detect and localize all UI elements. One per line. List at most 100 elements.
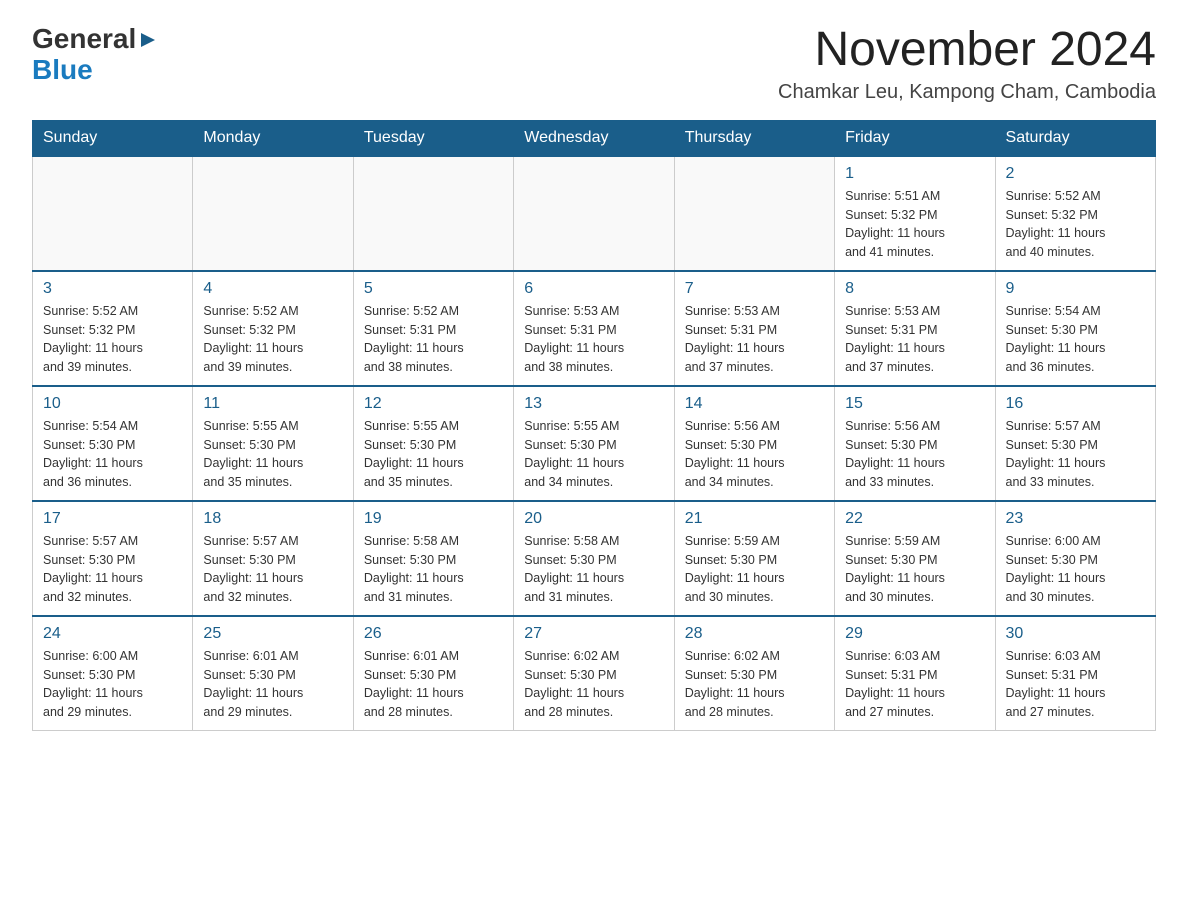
col-header-monday: Monday xyxy=(193,120,353,156)
calendar-day xyxy=(33,156,193,271)
day-number: 14 xyxy=(685,395,824,413)
title-block: November 2024 Chamkar Leu, Kampong Cham,… xyxy=(778,24,1156,104)
calendar-week-1: 1 Sunrise: 5:51 AMSunset: 5:32 PMDaylight… xyxy=(33,156,1156,271)
calendar-day: 4 Sunrise: 5:52 AMSunset: 5:32 PMDaylight… xyxy=(193,271,353,386)
col-header-sunday: Sunday xyxy=(33,120,193,156)
calendar-day: 29 Sunrise: 6:03 AMSunset: 5:31 PMDayligh… xyxy=(835,616,995,731)
calendar-day: 27 Sunrise: 6:02 AMSunset: 5:30 PMDayligh… xyxy=(514,616,674,731)
day-info: Sunrise: 5:53 AMSunset: 5:31 PMDaylight:… xyxy=(524,302,663,377)
day-number: 9 xyxy=(1006,280,1145,298)
day-number: 20 xyxy=(524,510,663,528)
col-header-friday: Friday xyxy=(835,120,995,156)
day-info: Sunrise: 5:52 AMSunset: 5:32 PMDaylight:… xyxy=(203,302,342,377)
calendar-table: Sunday Monday Tuesday Wednesday Thursday… xyxy=(32,120,1156,731)
logo-general-text: General xyxy=(32,24,136,55)
calendar-day: 25 Sunrise: 6:01 AMSunset: 5:30 PMDayligh… xyxy=(193,616,353,731)
calendar-day: 19Sunrise: 5:58 AMSunset: 5:30 PMDayligh… xyxy=(353,501,513,616)
calendar-header-row: Sunday Monday Tuesday Wednesday Thursday… xyxy=(33,120,1156,156)
calendar-day: 23Sunrise: 6:00 AMSunset: 5:30 PMDayligh… xyxy=(995,501,1155,616)
day-number: 21 xyxy=(685,510,824,528)
day-info: Sunrise: 6:01 AMSunset: 5:30 PMDaylight:… xyxy=(203,647,342,722)
calendar-week-4: 17 Sunrise: 5:57 AMSunset: 5:30 PMDayligh… xyxy=(33,501,1156,616)
day-number: 15 xyxy=(845,395,984,413)
month-title: November 2024 xyxy=(778,24,1156,77)
day-number: 5 xyxy=(364,280,503,298)
day-info: Sunrise: 5:51 AMSunset: 5:32 PMDaylight:… xyxy=(845,187,984,262)
day-info: Sunrise: 5:53 AMSunset: 5:31 PMDaylight:… xyxy=(685,302,824,377)
day-info: Sunrise: 5:58 AMSunset: 5:30 PMDaylight:… xyxy=(524,532,663,607)
calendar-day: 2Sunrise: 5:52 AMSunset: 5:32 PMDaylight… xyxy=(995,156,1155,271)
calendar-week-2: 3Sunrise: 5:52 AMSunset: 5:32 PMDaylight… xyxy=(33,271,1156,386)
day-number: 24 xyxy=(43,625,182,643)
day-number: 1 xyxy=(845,165,984,183)
page-header: General Blue November 2024 Chamkar Leu, … xyxy=(32,24,1156,104)
day-number: 29 xyxy=(845,625,984,643)
day-info: Sunrise: 5:55 AMSunset: 5:30 PMDaylight:… xyxy=(364,417,503,492)
calendar-day: 28 Sunrise: 6:02 AMSunset: 5:30 PMDayligh… xyxy=(674,616,834,731)
day-info: Sunrise: 6:03 AMSunset: 5:31 PMDaylight:… xyxy=(1006,647,1145,722)
day-number: 16 xyxy=(1006,395,1145,413)
day-info: Sunrise: 5:53 AMSunset: 5:31 PMDaylight:… xyxy=(845,302,984,377)
col-header-tuesday: Tuesday xyxy=(353,120,513,156)
calendar-day: 3Sunrise: 5:52 AMSunset: 5:32 PMDaylight… xyxy=(33,271,193,386)
day-number: 28 xyxy=(685,625,824,643)
day-info: Sunrise: 6:02 AMSunset: 5:30 PMDaylight:… xyxy=(685,647,824,722)
calendar-day: 1 Sunrise: 5:51 AMSunset: 5:32 PMDaylight… xyxy=(835,156,995,271)
day-number: 4 xyxy=(203,280,342,298)
location-text: Chamkar Leu, Kampong Cham, Cambodia xyxy=(778,81,1156,104)
calendar-day: 16Sunrise: 5:57 AMSunset: 5:30 PMDayligh… xyxy=(995,386,1155,501)
day-info: Sunrise: 6:01 AMSunset: 5:30 PMDaylight:… xyxy=(364,647,503,722)
day-info: Sunrise: 5:55 AMSunset: 5:30 PMDaylight:… xyxy=(203,417,342,492)
col-header-wednesday: Wednesday xyxy=(514,120,674,156)
calendar-day: 10 Sunrise: 5:54 AMSunset: 5:30 PMDayligh… xyxy=(33,386,193,501)
calendar-day xyxy=(193,156,353,271)
day-info: Sunrise: 6:02 AMSunset: 5:30 PMDaylight:… xyxy=(524,647,663,722)
calendar-day: 12Sunrise: 5:55 AMSunset: 5:30 PMDayligh… xyxy=(353,386,513,501)
calendar-day: 9Sunrise: 5:54 AMSunset: 5:30 PMDaylight… xyxy=(995,271,1155,386)
day-info: Sunrise: 6:00 AMSunset: 5:30 PMDaylight:… xyxy=(1006,532,1145,607)
col-header-thursday: Thursday xyxy=(674,120,834,156)
calendar-day: 8 Sunrise: 5:53 AMSunset: 5:31 PMDaylight… xyxy=(835,271,995,386)
day-info: Sunrise: 5:59 AMSunset: 5:30 PMDaylight:… xyxy=(845,532,984,607)
logo-arrow-icon xyxy=(139,25,157,56)
day-info: Sunrise: 5:52 AMSunset: 5:31 PMDaylight:… xyxy=(364,302,503,377)
day-info: Sunrise: 6:00 AMSunset: 5:30 PMDaylight:… xyxy=(43,647,182,722)
calendar-day: 26 Sunrise: 6:01 AMSunset: 5:30 PMDayligh… xyxy=(353,616,513,731)
day-info: Sunrise: 5:52 AMSunset: 5:32 PMDaylight:… xyxy=(1006,187,1145,262)
calendar-day xyxy=(353,156,513,271)
calendar-day: 14Sunrise: 5:56 AMSunset: 5:30 PMDayligh… xyxy=(674,386,834,501)
day-info: Sunrise: 5:57 AMSunset: 5:30 PMDaylight:… xyxy=(203,532,342,607)
calendar-day: 20 Sunrise: 5:58 AMSunset: 5:30 PMDayligh… xyxy=(514,501,674,616)
calendar-week-3: 10 Sunrise: 5:54 AMSunset: 5:30 PMDayligh… xyxy=(33,386,1156,501)
calendar-day: 18Sunrise: 5:57 AMSunset: 5:30 PMDayligh… xyxy=(193,501,353,616)
day-number: 25 xyxy=(203,625,342,643)
day-info: Sunrise: 5:54 AMSunset: 5:30 PMDaylight:… xyxy=(43,417,182,492)
day-number: 8 xyxy=(845,280,984,298)
calendar-day: 21Sunrise: 5:59 AMSunset: 5:30 PMDayligh… xyxy=(674,501,834,616)
day-number: 6 xyxy=(524,280,663,298)
calendar-day: 6 Sunrise: 5:53 AMSunset: 5:31 PMDaylight… xyxy=(514,271,674,386)
calendar-day: 17 Sunrise: 5:57 AMSunset: 5:30 PMDayligh… xyxy=(33,501,193,616)
day-number: 13 xyxy=(524,395,663,413)
calendar-day xyxy=(514,156,674,271)
day-info: Sunrise: 6:03 AMSunset: 5:31 PMDaylight:… xyxy=(845,647,984,722)
day-info: Sunrise: 5:55 AMSunset: 5:30 PMDaylight:… xyxy=(524,417,663,492)
day-info: Sunrise: 5:56 AMSunset: 5:30 PMDaylight:… xyxy=(845,417,984,492)
day-number: 27 xyxy=(524,625,663,643)
calendar-day: 5 Sunrise: 5:52 AMSunset: 5:31 PMDaylight… xyxy=(353,271,513,386)
calendar-day: 11 Sunrise: 5:55 AMSunset: 5:30 PMDayligh… xyxy=(193,386,353,501)
col-header-saturday: Saturday xyxy=(995,120,1155,156)
calendar-day: 22 Sunrise: 5:59 AMSunset: 5:30 PMDayligh… xyxy=(835,501,995,616)
day-number: 19 xyxy=(364,510,503,528)
day-info: Sunrise: 5:57 AMSunset: 5:30 PMDaylight:… xyxy=(43,532,182,607)
calendar-day: 13 Sunrise: 5:55 AMSunset: 5:30 PMDayligh… xyxy=(514,386,674,501)
calendar-day xyxy=(674,156,834,271)
day-number: 10 xyxy=(43,395,182,413)
day-number: 7 xyxy=(685,280,824,298)
calendar-week-5: 24 Sunrise: 6:00 AMSunset: 5:30 PMDayligh… xyxy=(33,616,1156,731)
calendar-day: 30Sunrise: 6:03 AMSunset: 5:31 PMDayligh… xyxy=(995,616,1155,731)
day-number: 22 xyxy=(845,510,984,528)
day-number: 26 xyxy=(364,625,503,643)
day-number: 11 xyxy=(203,395,342,413)
day-number: 17 xyxy=(43,510,182,528)
